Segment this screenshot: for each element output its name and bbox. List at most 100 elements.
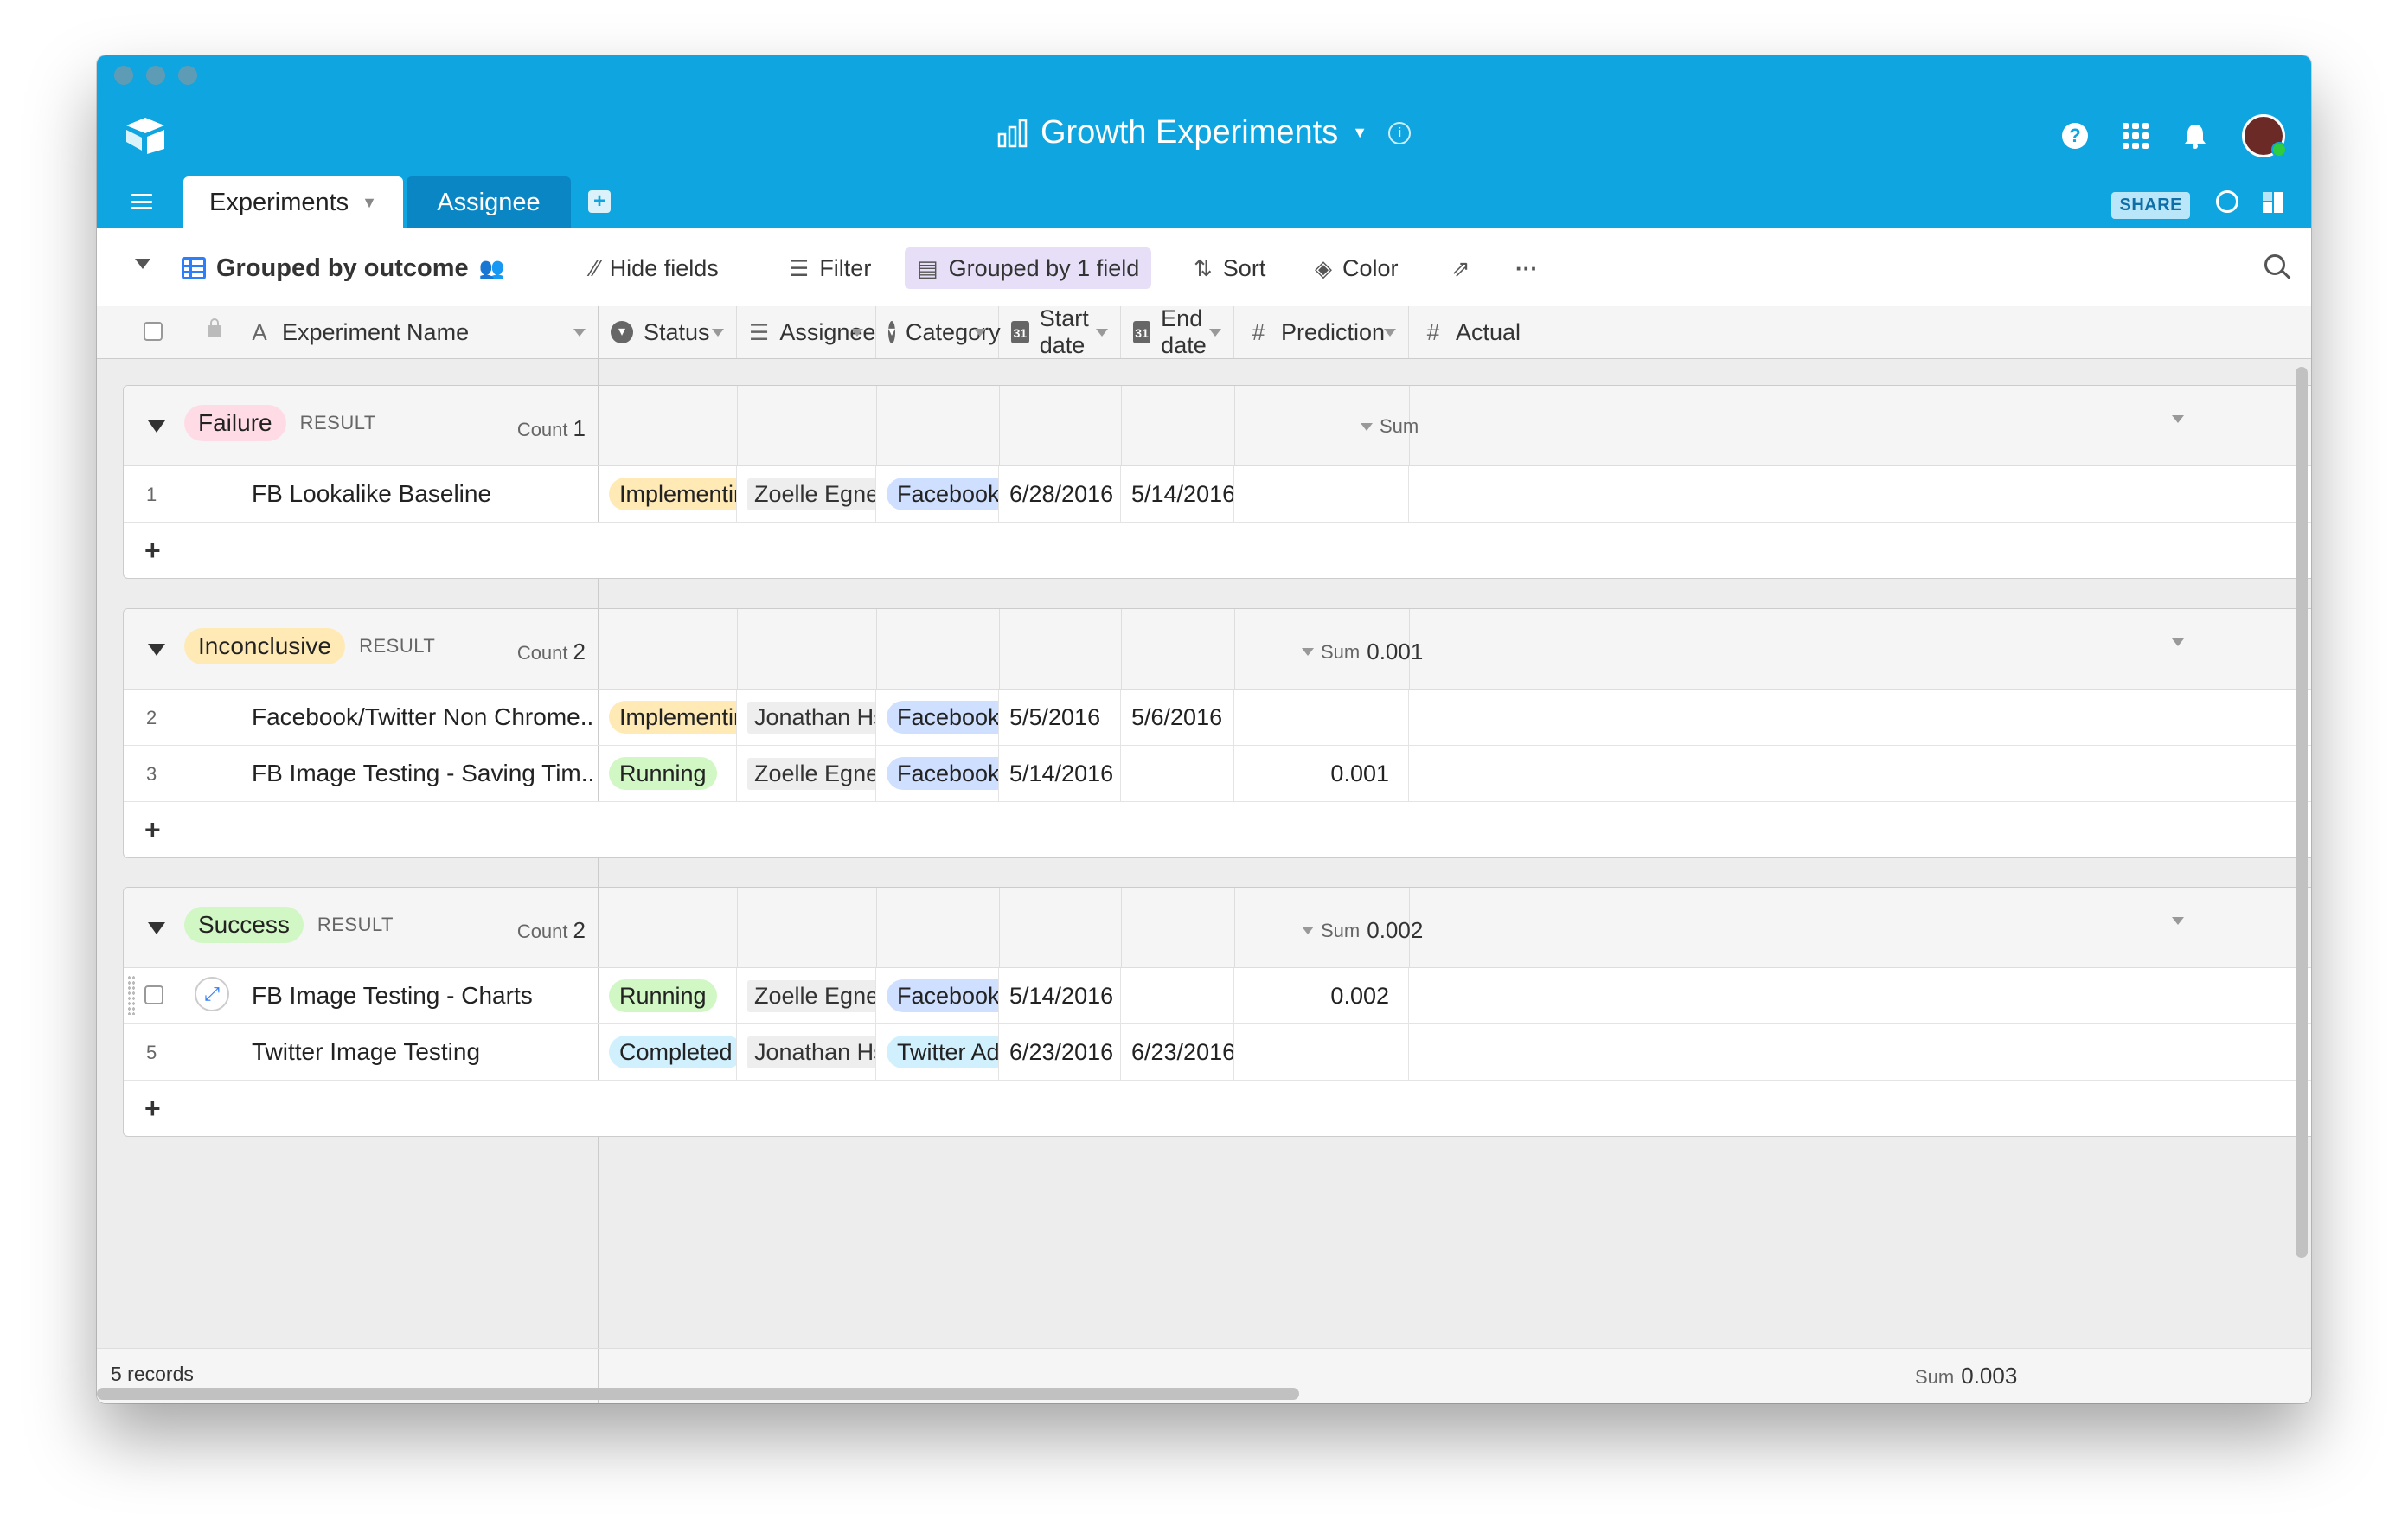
airtable-logo-icon[interactable] <box>123 116 168 156</box>
add-record-row[interactable]: + <box>124 1081 2311 1136</box>
add-record-row[interactable]: + <box>124 523 2311 578</box>
prediction-cell[interactable]: 0.001 <box>1234 746 1409 801</box>
actual-cell[interactable] <box>1409 746 2311 801</box>
group-button[interactable]: ▤ Grouped by 1 field <box>905 247 1152 289</box>
views-sidebar-toggle-icon[interactable] <box>135 259 150 269</box>
assignee-cell[interactable]: Jonathan Hsieh <box>737 690 876 745</box>
notifications-bell-icon[interactable] <box>2183 123 2207 149</box>
start-date-cell[interactable]: 6/28/2016 <box>999 466 1121 522</box>
end-date-cell[interactable] <box>1121 746 1234 801</box>
prediction-sum[interactable]: Sum 0.001 <box>1302 638 1423 665</box>
actual-sum-caret[interactable] <box>2172 638 2184 646</box>
column-header-prediction[interactable]: # Prediction <box>1234 306 1409 358</box>
end-date-cell[interactable]: 6/23/2016 <box>1121 1024 1234 1080</box>
user-avatar[interactable] <box>2242 114 2287 157</box>
chevron-down-icon[interactable] <box>974 329 986 337</box>
select-all-checkbox[interactable] <box>144 322 163 341</box>
help-icon[interactable]: ? <box>2062 123 2088 149</box>
group-header[interactable]: Inconclusive RESULT Count 2 Sum 0.001 <box>124 609 2311 690</box>
prediction-sum[interactable]: Sum <box>1361 415 1425 438</box>
collapse-group-icon[interactable] <box>148 922 165 934</box>
horizontal-scrollbar[interactable] <box>97 1388 1299 1400</box>
add-icon[interactable]: + <box>144 1093 161 1125</box>
actual-sum-caret[interactable] <box>2172 415 2184 423</box>
column-header-category[interactable]: ▾ Category <box>876 306 1001 358</box>
chevron-down-icon[interactable] <box>1384 329 1396 337</box>
tab-experiments[interactable]: Experiments ▼ <box>183 176 403 228</box>
minimize-window-button[interactable] <box>146 66 165 85</box>
chevron-down-icon[interactable] <box>573 329 586 337</box>
table-row[interactable]: 1 FB Lookalike Baseline Implementing Zoel… <box>124 466 2311 523</box>
start-date-cell[interactable]: 5/14/2016 <box>999 968 1121 1023</box>
category-cell[interactable]: Facebook Ads <box>876 746 999 801</box>
apps-grid-icon[interactable] <box>2123 123 2149 149</box>
add-table-icon[interactable]: + <box>588 190 611 213</box>
chevron-down-icon[interactable] <box>1209 329 1221 337</box>
view-switcher[interactable]: Grouped by outcome 👥 <box>182 247 505 289</box>
more-options-button[interactable]: ··· <box>1515 247 1538 289</box>
close-window-button[interactable] <box>114 66 133 85</box>
assignee-cell[interactable]: Zoelle Egner <box>737 968 876 1023</box>
share-view-button[interactable]: ⇗ <box>1451 247 1470 289</box>
info-icon[interactable]: i <box>1388 121 1412 144</box>
expand-record-icon[interactable]: ⤢ <box>195 977 229 1011</box>
category-cell[interactable]: Facebook Ads <box>876 690 999 745</box>
menu-icon[interactable] <box>131 194 152 209</box>
column-header-end-date[interactable]: 31 End date <box>1121 305 1234 358</box>
assignee-cell[interactable]: Jonathan Hsieh <box>737 1024 876 1080</box>
actual-cell[interactable] <box>1409 690 2311 745</box>
actual-cell[interactable] <box>1409 1024 2311 1080</box>
actual-cell[interactable] <box>1409 466 2311 522</box>
add-icon[interactable]: + <box>144 535 161 567</box>
prediction-cell[interactable] <box>1234 466 1409 522</box>
actual-sum-caret[interactable] <box>2172 917 2184 925</box>
table-row[interactable]: 3 FB Image Testing - Saving Tim.. Running… <box>124 746 2311 802</box>
column-header-assignee[interactable]: ☰ Assignee <box>737 306 876 358</box>
status-cell[interactable]: Running <box>599 746 737 801</box>
chevron-down-icon[interactable] <box>712 329 724 337</box>
prediction-cell[interactable] <box>1234 1024 1409 1080</box>
blocks-icon[interactable] <box>2261 190 2285 215</box>
status-cell[interactable]: Completed <box>599 1024 737 1080</box>
prediction-cell[interactable]: 0.002 <box>1234 968 1409 1023</box>
table-row[interactable]: 5 Twitter Image Testing Completed Jonatha… <box>124 1024 2311 1081</box>
status-cell[interactable]: Implementing <box>599 466 737 522</box>
table-row[interactable]: ⤢ FB Image Testing - Charts Running Zoel… <box>124 968 2311 1024</box>
share-button[interactable]: SHARE <box>2111 192 2190 219</box>
category-cell[interactable]: Twitter Ads <box>876 1024 999 1080</box>
zoom-window-button[interactable] <box>178 66 197 85</box>
add-record-row[interactable]: + <box>124 802 2311 857</box>
chevron-down-icon[interactable] <box>1096 329 1108 337</box>
category-cell[interactable]: Facebook Ads <box>876 466 999 522</box>
start-date-cell[interactable]: 5/5/2016 <box>999 690 1121 745</box>
end-date-cell[interactable] <box>1121 968 1234 1023</box>
add-icon[interactable]: + <box>144 814 161 846</box>
collapse-group-icon[interactable] <box>148 420 165 433</box>
search-icon[interactable] <box>2264 254 2285 275</box>
color-button[interactable]: ◈ Color <box>1315 247 1399 289</box>
actual-cell[interactable] <box>1409 968 2311 1023</box>
collapse-group-icon[interactable] <box>148 644 165 656</box>
end-date-cell[interactable]: 5/6/2016 <box>1121 690 1234 745</box>
vertical-scrollbar[interactable] <box>2296 367 2308 1258</box>
column-header-experiment-name[interactable]: A Experiment Name <box>235 306 599 358</box>
status-cell[interactable]: Running <box>599 968 737 1023</box>
column-header-actual[interactable]: # Actual <box>1409 306 2311 358</box>
base-title[interactable]: Growth Experiments ▼ i <box>997 114 1412 151</box>
prediction-cell[interactable] <box>1234 690 1409 745</box>
category-cell[interactable]: Facebook Ads <box>876 968 999 1023</box>
drag-handle-icon[interactable] <box>127 975 136 1015</box>
assignee-cell[interactable]: Zoelle Egner <box>737 746 876 801</box>
start-date-cell[interactable]: 6/23/2016 <box>999 1024 1121 1080</box>
chevron-down-icon[interactable]: ▼ <box>362 194 377 212</box>
start-date-cell[interactable]: 5/14/2016 <box>999 746 1121 801</box>
chevron-down-icon[interactable] <box>851 329 863 337</box>
assignee-cell[interactable]: Zoelle Egner <box>737 466 876 522</box>
prediction-sum[interactable]: Sum 0.002 <box>1302 917 1423 944</box>
column-header-start-date[interactable]: 31 Start date <box>999 305 1121 358</box>
sort-button[interactable]: ⇅ Sort <box>1194 247 1265 289</box>
history-icon[interactable] <box>2216 190 2238 213</box>
row-checkbox[interactable] <box>144 985 163 1004</box>
filter-button[interactable]: ☰ Filter <box>789 247 871 289</box>
hide-fields-button[interactable]: ⁄⁄ Hide fields <box>592 247 719 289</box>
